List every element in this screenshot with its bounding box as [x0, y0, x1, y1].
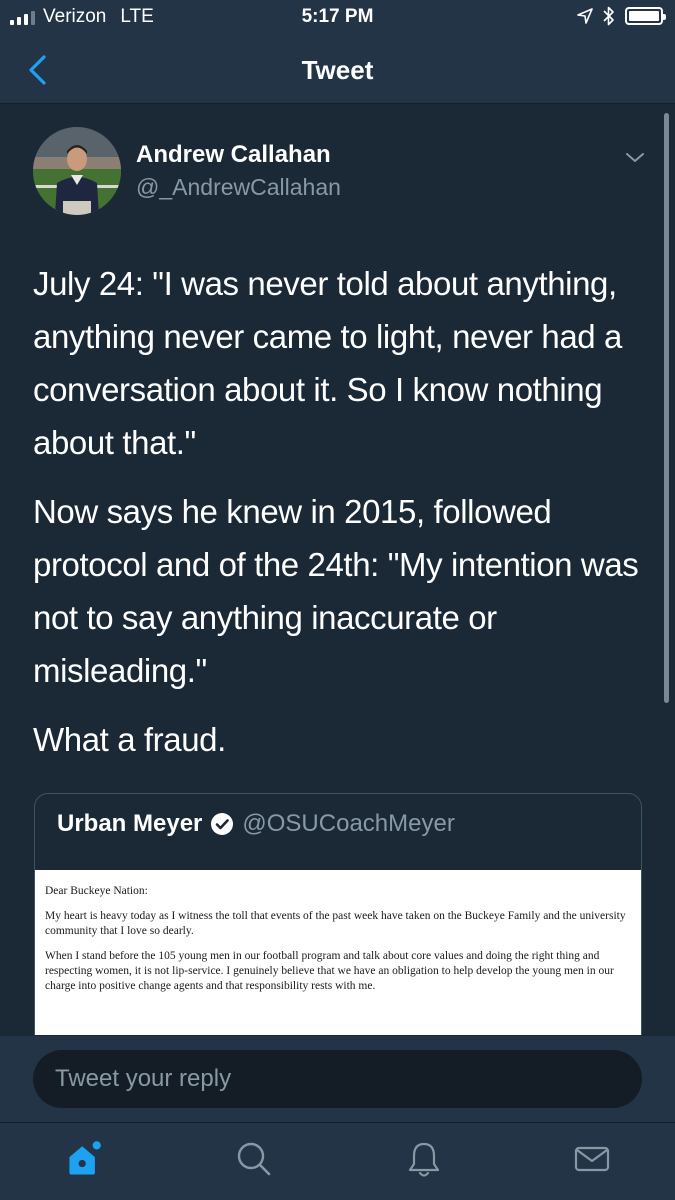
letter-line: When I stand before the 105 young men in… — [45, 950, 614, 992]
tab-bar — [0, 1122, 675, 1200]
avatar[interactable] — [33, 127, 121, 215]
tab-messages[interactable] — [572, 1137, 612, 1181]
battery-icon — [625, 7, 666, 25]
tweet-text: July 24: "I was never told about anythin… — [33, 257, 643, 782]
reply-bar — [0, 1036, 675, 1122]
quoted-tweet-header: Urban Meyer @OSUCoachMeyer — [57, 810, 455, 838]
tweet-paragraph: Now says he knew in 2015, followed proto… — [33, 493, 639, 689]
tab-notifications[interactable] — [404, 1137, 444, 1181]
author-handle[interactable]: @_AndrewCallahan — [136, 172, 341, 202]
home-icon — [69, 1141, 101, 1175]
status-right — [577, 6, 666, 26]
tweet-detail: Andrew Callahan @_AndrewCallahan July 24… — [0, 105, 675, 1035]
tab-search[interactable] — [234, 1137, 274, 1181]
tweet-options-button[interactable] — [623, 145, 647, 169]
search-icon — [237, 1142, 271, 1176]
mail-icon — [574, 1146, 610, 1172]
letter-line: My heart is heavy today as I witness the… — [45, 910, 626, 937]
status-bar: Verizon LTE 5:17 PM — [0, 0, 675, 36]
chevron-left-icon — [29, 55, 46, 85]
chevron-down-icon — [626, 153, 644, 162]
quoted-author-handle: @OSUCoachMeyer — [242, 810, 455, 837]
author-name[interactable]: Andrew Callahan — [136, 140, 341, 170]
avatar-photo — [33, 127, 121, 215]
bluetooth-icon — [603, 6, 614, 26]
quoted-tweet[interactable]: Urban Meyer @OSUCoachMeyer Dear Buckeye … — [34, 793, 642, 1035]
navigation-bar: Tweet — [0, 36, 675, 104]
verified-badge-icon — [211, 813, 234, 835]
back-button[interactable] — [22, 50, 58, 90]
location-arrow-icon — [577, 8, 593, 24]
tweet-author[interactable]: Andrew Callahan @_AndrewCallahan — [33, 127, 341, 215]
status-time: 5:17 PM — [301, 6, 374, 27]
scrollbar[interactable] — [664, 113, 669, 703]
tweet-paragraph: What a fraud. — [33, 721, 226, 758]
quoted-letter-image[interactable]: Dear Buckeye Nation: My heart is heavy t… — [35, 870, 641, 1035]
tab-home[interactable] — [64, 1137, 104, 1181]
author-info: Andrew Callahan @_AndrewCallahan — [136, 140, 341, 202]
page-title: Tweet — [301, 55, 374, 85]
letter-line: Dear Buckeye Nation: — [45, 885, 148, 897]
quoted-author-name: Urban Meyer — [57, 810, 203, 837]
tweet-paragraph: July 24: "I was never told about anythin… — [33, 265, 622, 461]
bell-icon — [408, 1142, 440, 1177]
reply-input[interactable] — [33, 1050, 642, 1108]
